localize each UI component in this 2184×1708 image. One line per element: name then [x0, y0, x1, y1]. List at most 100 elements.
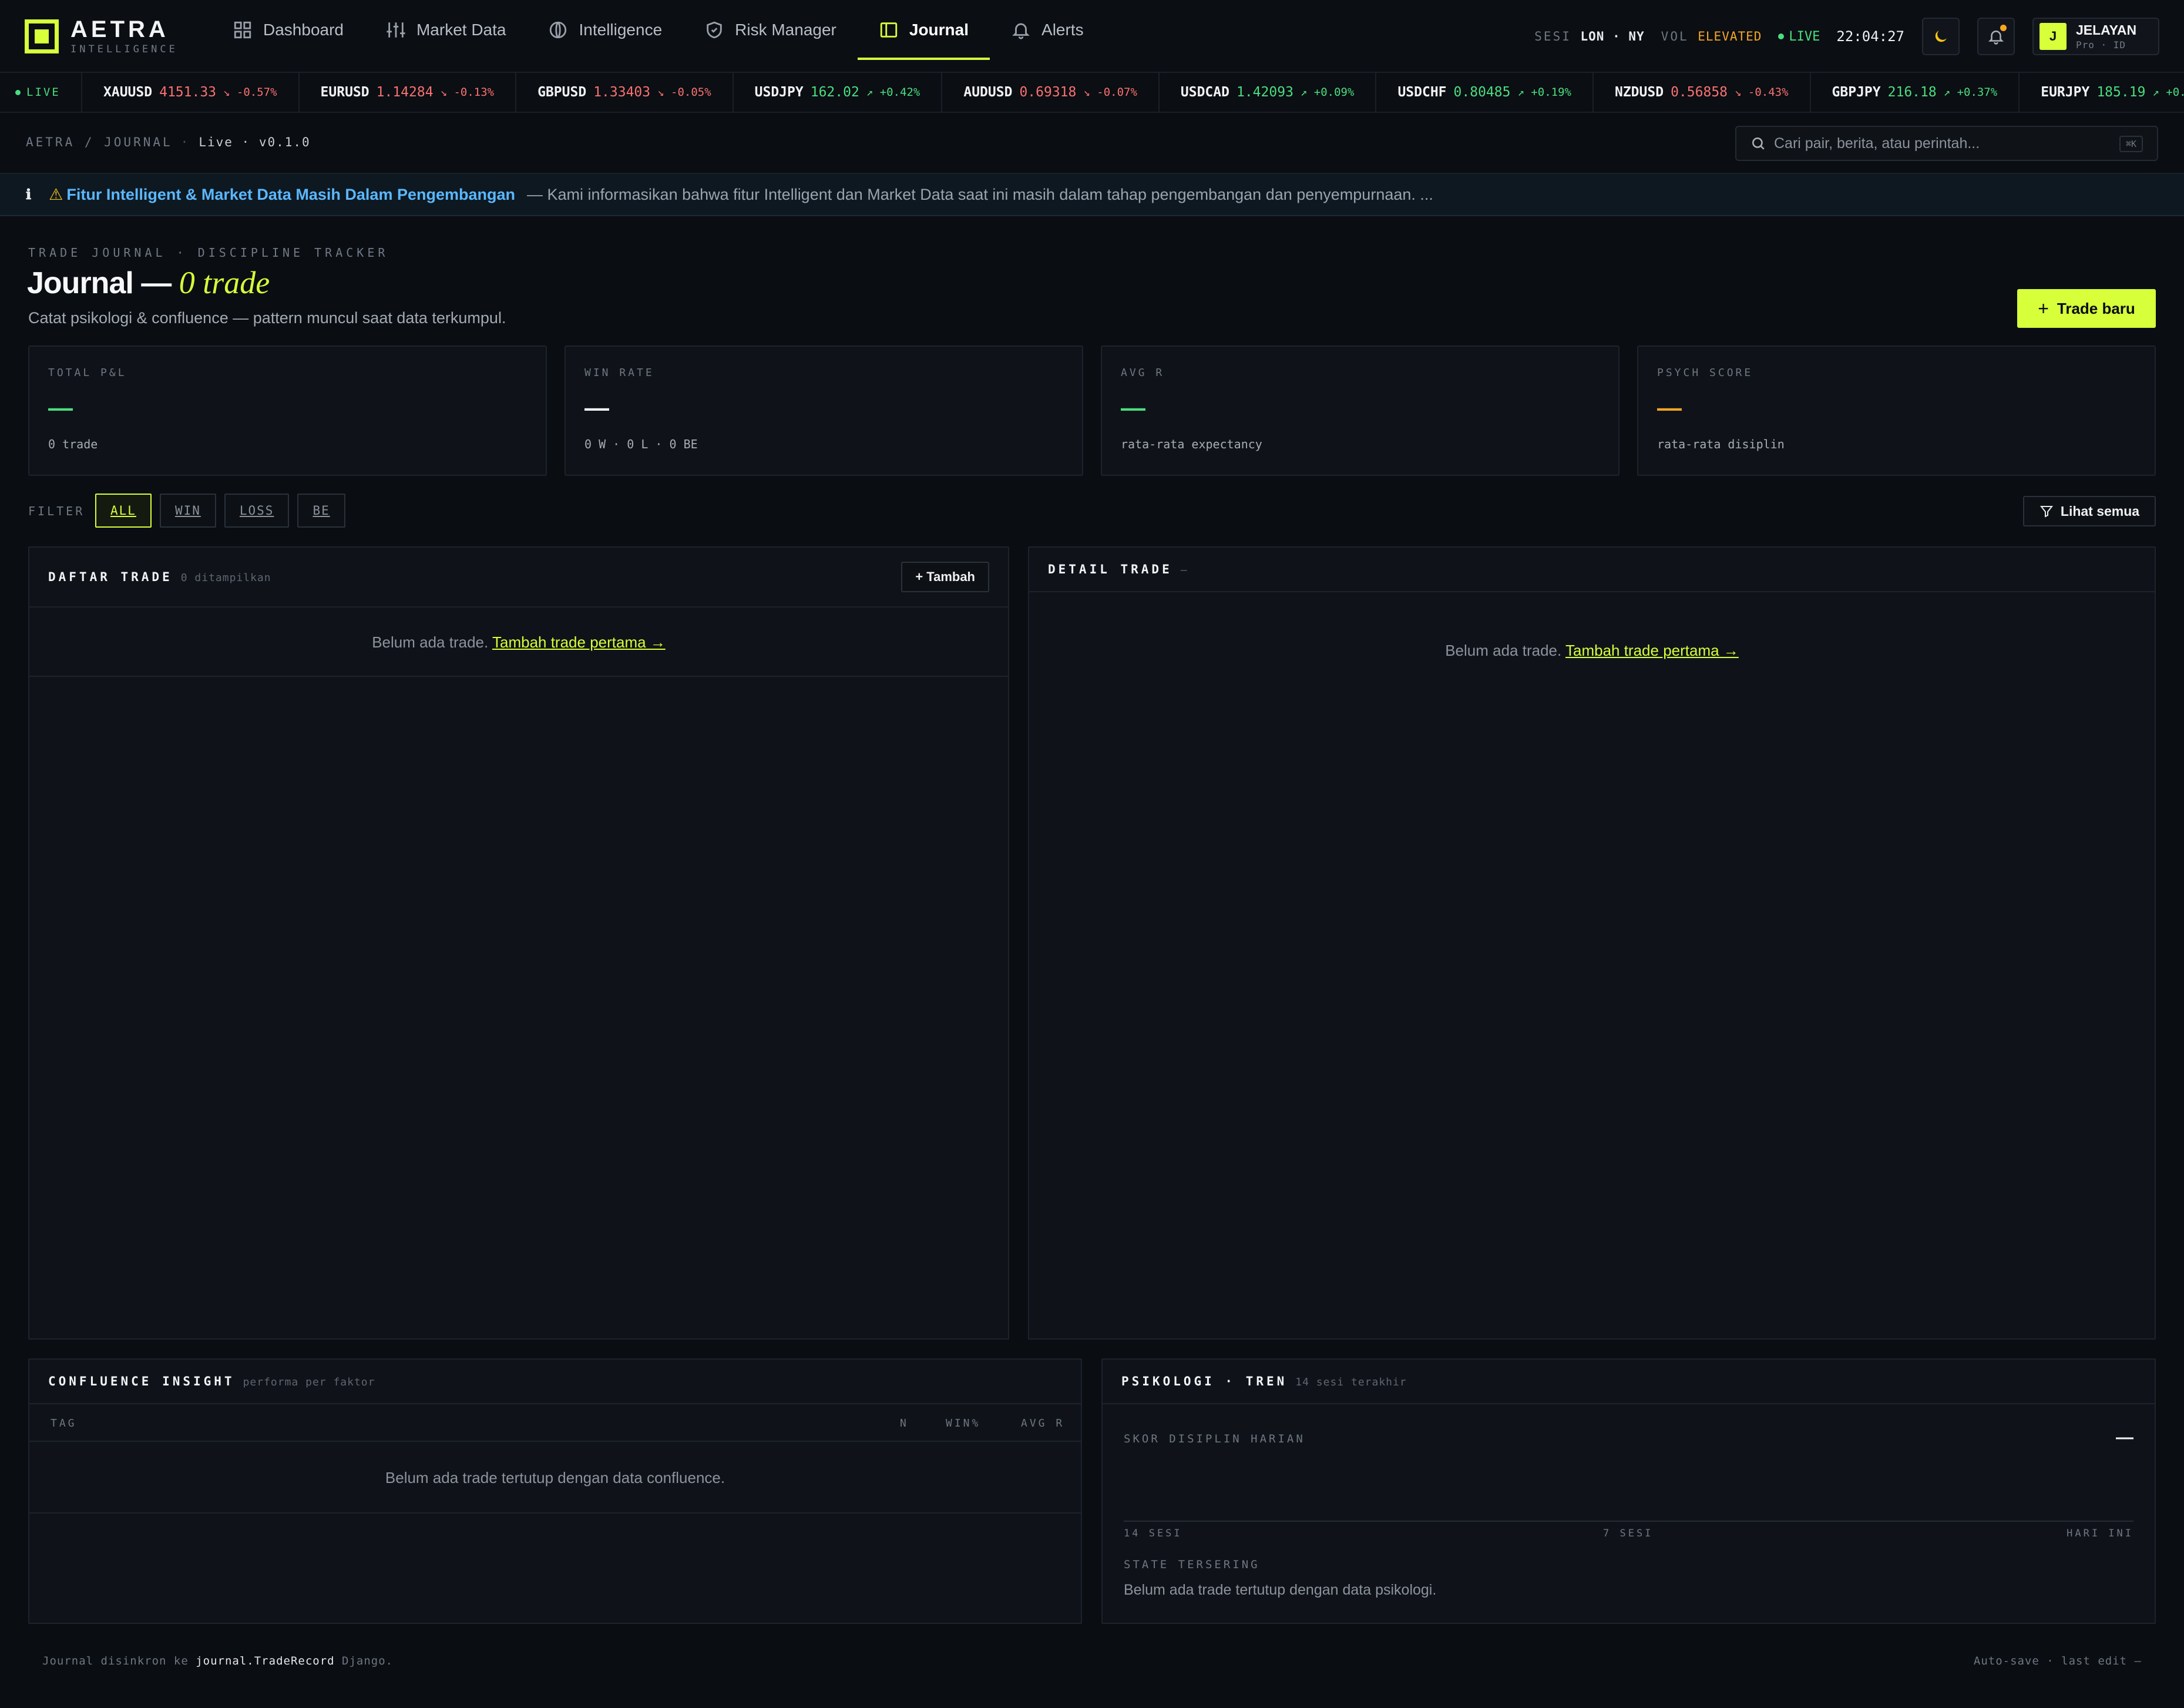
nav-intelligence[interactable]: Intelligence [527, 0, 683, 60]
ticker-change: ↗ +0.37% [1943, 86, 1998, 99]
ticker-price: 162.02 [810, 85, 859, 100]
nav-market-data-label: Market Data [416, 21, 506, 39]
ticker-change: ↗ +0.09% [1300, 86, 1355, 99]
user-menu[interactable]: J JELAYAN Pro · ID [2032, 18, 2159, 55]
stat-total-pnl: TOTAL P&L — 0 trade [28, 345, 547, 476]
notification-dot [2000, 25, 2007, 31]
user-plan: Pro · ID [2076, 39, 2126, 51]
breadcrumb: AETRA / JOURNAL · Live · v0.1.0 [26, 135, 311, 149]
brand-mark-icon [25, 19, 59, 53]
footer-autosave: Auto-save · last edit — [1973, 1655, 2142, 1667]
filter-row: FILTER ALL WIN LOSS BE Lihat semua [28, 494, 2156, 528]
filter-loss[interactable]: LOSS [224, 494, 290, 528]
nav-risk-manager[interactable]: Risk Manager [683, 0, 858, 60]
nav-dashboard[interactable]: Dashboard [211, 0, 365, 60]
brand-subtitle: INTELLIGENCE [70, 43, 178, 55]
breadcrumb-path[interactable]: AETRA / JOURNAL [26, 135, 173, 149]
search-input[interactable] [1774, 135, 2103, 152]
ticker-item-gbpjpy[interactable]: GBPJPY 216.18 ↗ +0.37% [1811, 73, 2020, 112]
new-trade-button[interactable]: + Trade baru [2017, 289, 2156, 328]
ticker-item-usdjpy[interactable]: USDJPY 162.02 ↗ +0.42% [734, 73, 943, 112]
nav-journal-label: Journal [909, 21, 969, 39]
stats-row: TOTAL P&L — 0 trade WIN RATE — 0 W · 0 L… [28, 345, 2156, 476]
trade-list-panel: DAFTAR TRADE 0 ditampilkan + Tambah Belum… [28, 546, 1009, 1340]
stat-value: — [1121, 394, 1145, 421]
divider [29, 1512, 1081, 1514]
filter-all[interactable]: ALL [95, 494, 152, 528]
book-icon [880, 22, 898, 38]
filter-win[interactable]: WIN [159, 494, 216, 528]
globe-icon [550, 21, 567, 39]
model-name: journal.TradeRecord [196, 1655, 335, 1667]
ticker-change: ↘ -0.13% [440, 86, 495, 99]
ticker-price: 1.14284 [376, 85, 434, 100]
search-box[interactable]: ⌘K [1735, 126, 2158, 161]
stat-value: — [1657, 394, 1682, 421]
stat-sub: rata-rata expectancy [1121, 437, 1262, 451]
ticker-symbol: XAUUSD [103, 85, 153, 100]
ticker-price: 216.18 [1887, 85, 1937, 100]
shield-icon [707, 21, 722, 39]
col-n: N [900, 1417, 909, 1430]
ticker-item-usdchf[interactable]: USDCHF 0.80485 ↗ +0.19% [1376, 73, 1594, 112]
nav-alerts[interactable]: Alerts [990, 0, 1105, 60]
col-avg-r: AVG R [1021, 1417, 1065, 1430]
footer-sync-note: Journal disinkron ke journal.TradeRecord… [42, 1655, 394, 1667]
divider [29, 676, 1008, 677]
stat-label: PSYCH SCORE [1657, 367, 1753, 379]
add-first-trade-link[interactable]: Tambah trade pertama → [492, 633, 666, 651]
add-trade-button[interactable]: + Tambah [901, 562, 989, 592]
live-status-badge: LIVE [1778, 29, 1820, 44]
stat-sub: rata-rata disiplin [1657, 437, 1785, 451]
ticker-item-xauusd[interactable]: XAUUSD 4151.33 ↘ -0.57% [82, 73, 300, 112]
ticker-price: 4151.33 [159, 85, 217, 100]
version-label: Live · v0.1.0 [199, 135, 311, 149]
ticker-price: 0.69318 [1019, 85, 1077, 100]
trade-count: 0 trade [179, 265, 270, 300]
stat-label: AVG R [1121, 367, 1165, 379]
sliders-icon [387, 22, 405, 38]
ticker-item-gbpusd[interactable]: GBPUSD 1.33403 ↘ -0.05% [516, 73, 734, 112]
ticker-symbol: USDCAD [1180, 85, 1229, 100]
nav-alerts-label: Alerts [1041, 21, 1084, 39]
trade-detail-title: DETAIL TRADE — [1048, 562, 1188, 576]
announcement-banner[interactable]: ℹ ⚠ Fitur Intelligent & Market Data Masi… [0, 174, 2184, 216]
announcement-message: — Kami informasikan bahwa fitur Intellig… [527, 185, 1433, 203]
ticker-price: 0.80485 [1453, 85, 1511, 100]
add-first-trade-link[interactable]: Tambah trade pertama → [1565, 642, 1739, 659]
bell-icon [1012, 23, 1030, 39]
trend-baseline [1124, 1521, 2133, 1522]
filter-be[interactable]: BE [297, 494, 345, 528]
user-name: JELAYAN [2076, 22, 2137, 38]
ticker-item-audusd[interactable]: AUDUSD 0.69318 ↘ -0.07% [942, 73, 1160, 112]
brand-logo[interactable]: AETRA INTELLIGENCE [25, 18, 178, 55]
ticker-symbol: USDCHF [1397, 85, 1447, 100]
filter-icon [2039, 506, 2053, 518]
ticker-item-nzdusd[interactable]: NZDUSD 0.56858 ↘ -0.43% [1594, 73, 1811, 112]
theme-toggle-button[interactable] [1922, 18, 1960, 55]
trade-list-empty: Belum ada trade. Tambah trade pertama → [372, 633, 666, 651]
notifications-button[interactable] [1977, 18, 2015, 55]
trade-detail-panel: DETAIL TRADE — Belum ada trade. Tambah tr… [1028, 546, 2156, 1340]
ticker-item-usdcad[interactable]: USDCAD 1.42093 ↗ +0.09% [1160, 73, 1377, 112]
ticker-change: ↗ +0.31% [2152, 86, 2184, 99]
view-all-button[interactable]: Lihat semua [2023, 496, 2156, 526]
discipline-score-label: SKOR DISIPLIN HARIAN [1124, 1432, 1305, 1445]
ticker-item-eurusd[interactable]: EURUSD 1.14284 ↘ -0.13% [300, 73, 517, 112]
top-state-label: STATE TERSERING [1124, 1558, 1260, 1571]
nav-market-data[interactable]: Market Data [365, 0, 527, 60]
ticker-item-eurjpy[interactable]: EURJPY 185.19 ↗ +0.31% [2020, 73, 2184, 112]
avatar: J [2039, 23, 2067, 50]
breadcrumb-bar: AETRA / JOURNAL·Live · v0.1.0 ⌘K [0, 113, 2184, 174]
nav-dashboard-label: Dashboard [263, 21, 344, 39]
nav-risk-manager-label: Risk Manager [735, 21, 836, 39]
stat-label: WIN RATE [584, 367, 654, 379]
nav-journal[interactable]: Journal [857, 0, 990, 60]
status-bar: SESI LON · NY VOL ELEVATED LIVE 22:04:27… [1534, 18, 2159, 55]
axis-label-start: 14 SESI [1124, 1528, 1182, 1539]
volatility-indicator: VOL ELEVATED [1661, 29, 1762, 43]
moon-icon [1935, 31, 1947, 42]
trade-detail-empty: Belum ada trade. Tambah trade pertama → [1445, 642, 1739, 659]
ticker-symbol: EURUSD [320, 85, 369, 100]
top-state-empty: Belum ada trade tertutup dengan data psi… [1124, 1582, 1437, 1598]
